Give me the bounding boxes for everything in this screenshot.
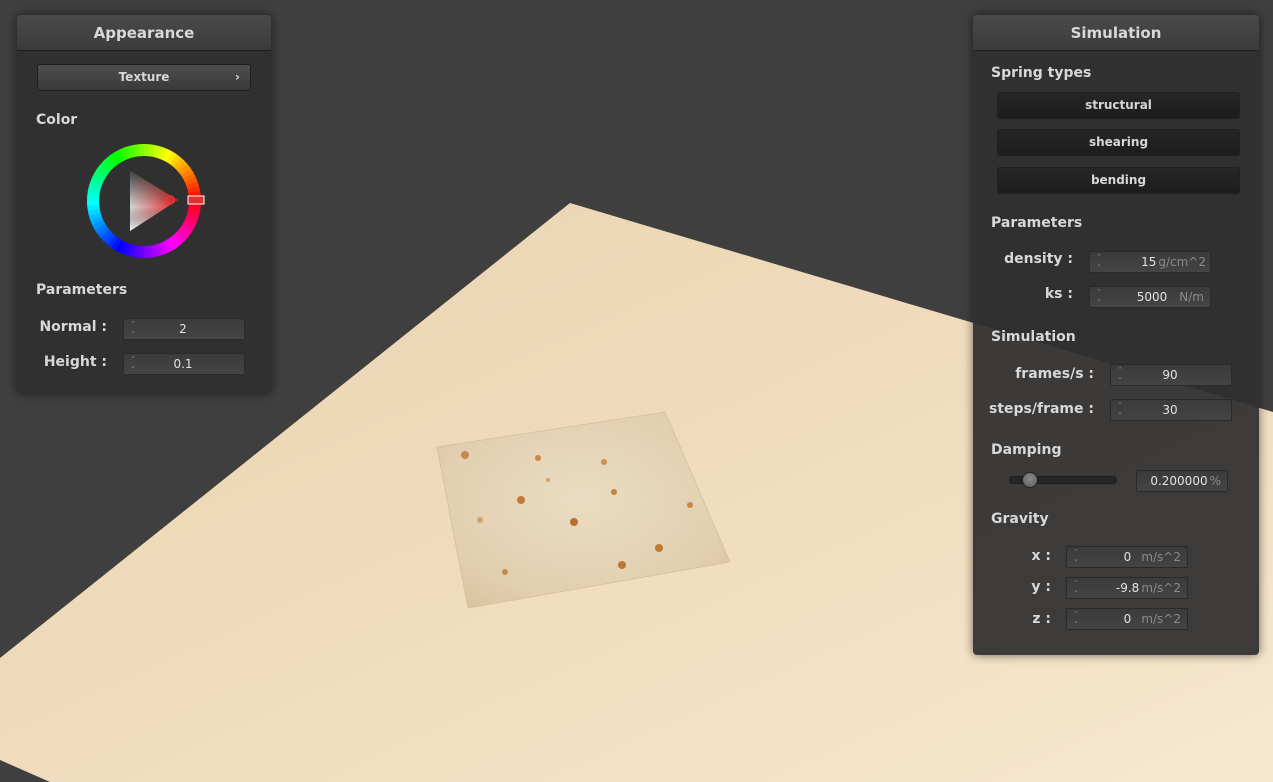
hue-picker-marker[interactable] — [187, 195, 205, 205]
fps-input[interactable]: ⌃ ⌄ 90 — [1110, 364, 1232, 386]
simulation-panel-title: Simulation — [973, 15, 1259, 51]
spin-arrows-icon[interactable]: ⌃ ⌄ — [1071, 580, 1081, 596]
gravity-y-input[interactable]: ⌃ ⌄ -9.8 m/s^2 — [1066, 577, 1188, 599]
height-input[interactable]: ⌃ ⌄ 0.1 — [123, 353, 245, 375]
appearance-panel-title: Appearance — [17, 15, 271, 51]
bending-toggle[interactable]: bending — [997, 167, 1240, 194]
damping-input[interactable]: 0.200000% — [1136, 470, 1228, 492]
gravity-x-unit: m/s^2 — [1141, 550, 1181, 564]
gravity-z-input[interactable]: ⌃ ⌄ 0 m/s^2 — [1066, 608, 1188, 630]
ks-value: 5000 — [1136, 290, 1168, 304]
shearing-toggle[interactable]: shearing — [997, 129, 1240, 156]
damping-value: 0.200000 — [1150, 474, 1208, 488]
spin-arrows-icon[interactable]: ⌃ ⌄ — [1071, 611, 1081, 627]
gravity-y-label: y : — [1031, 579, 1051, 595]
gravity-x-input[interactable]: ⌃ ⌄ 0 m/s^2 — [1066, 546, 1188, 568]
simulation-subsection-title: Simulation — [991, 329, 1076, 345]
gravity-y-value: -9.8 — [1115, 581, 1140, 595]
damping-slider-knob[interactable] — [1022, 472, 1039, 488]
gravity-title: Gravity — [991, 511, 1049, 527]
density-label: density : — [1004, 251, 1073, 267]
chevron-right-icon: › — [235, 70, 240, 84]
gravity-x-value: 0 — [1123, 550, 1132, 564]
sim-parameters-title: Parameters — [991, 215, 1083, 231]
texture-button[interactable]: Texture › — [37, 64, 251, 91]
gravity-x-label: x : — [1031, 548, 1051, 564]
spin-arrows-icon[interactable]: ⌃ ⌄ — [1071, 549, 1081, 565]
fps-label: frames/s : — [1015, 366, 1094, 382]
gravity-y-unit: m/s^2 — [1141, 581, 1181, 595]
damping-unit: % — [1209, 474, 1221, 488]
normal-label: Normal : — [39, 319, 107, 335]
ks-input[interactable]: ⌃ ⌄ 5000 N/m — [1089, 286, 1211, 308]
damping-title: Damping — [991, 442, 1062, 458]
normal-value: 2 — [179, 322, 187, 336]
steps-value: 30 — [1162, 403, 1178, 417]
texture-button-label: Texture — [118, 70, 170, 84]
spin-arrows-icon[interactable]: ⌃ ⌄ — [1094, 254, 1104, 270]
simulation-panel: Simulation Spring types structural shear… — [973, 15, 1259, 655]
steps-input[interactable]: ⌃ ⌄ 30 — [1110, 399, 1232, 421]
gravity-z-label: z : — [1032, 611, 1051, 627]
structural-toggle[interactable]: structural — [997, 92, 1240, 119]
normal-input[interactable]: ⌃ ⌄ 2 — [123, 318, 245, 340]
height-value: 0.1 — [173, 357, 193, 371]
ks-label: ks : — [1044, 286, 1073, 302]
spring-types-title: Spring types — [991, 65, 1092, 81]
gravity-z-unit: m/s^2 — [1141, 612, 1181, 626]
density-unit: g/cm^2 — [1158, 255, 1206, 269]
steps-label: steps/frame : — [989, 401, 1094, 417]
ks-unit: N/m — [1179, 290, 1204, 304]
height-label: Height : — [43, 354, 107, 370]
density-value: 15 — [1141, 255, 1157, 269]
spin-arrows-icon[interactable]: ⌃ ⌄ — [1094, 289, 1104, 305]
gravity-z-value: 0 — [1123, 612, 1132, 626]
fps-value: 90 — [1162, 368, 1178, 382]
appearance-panel: Appearance Texture › Color Parameters No… — [17, 15, 271, 393]
appearance-parameters-title: Parameters — [36, 282, 128, 298]
density-input[interactable]: ⌃ ⌄ 15 g/cm^2 — [1089, 251, 1211, 273]
color-section-title: Color — [36, 112, 78, 128]
color-wheel[interactable] — [82, 139, 206, 263]
